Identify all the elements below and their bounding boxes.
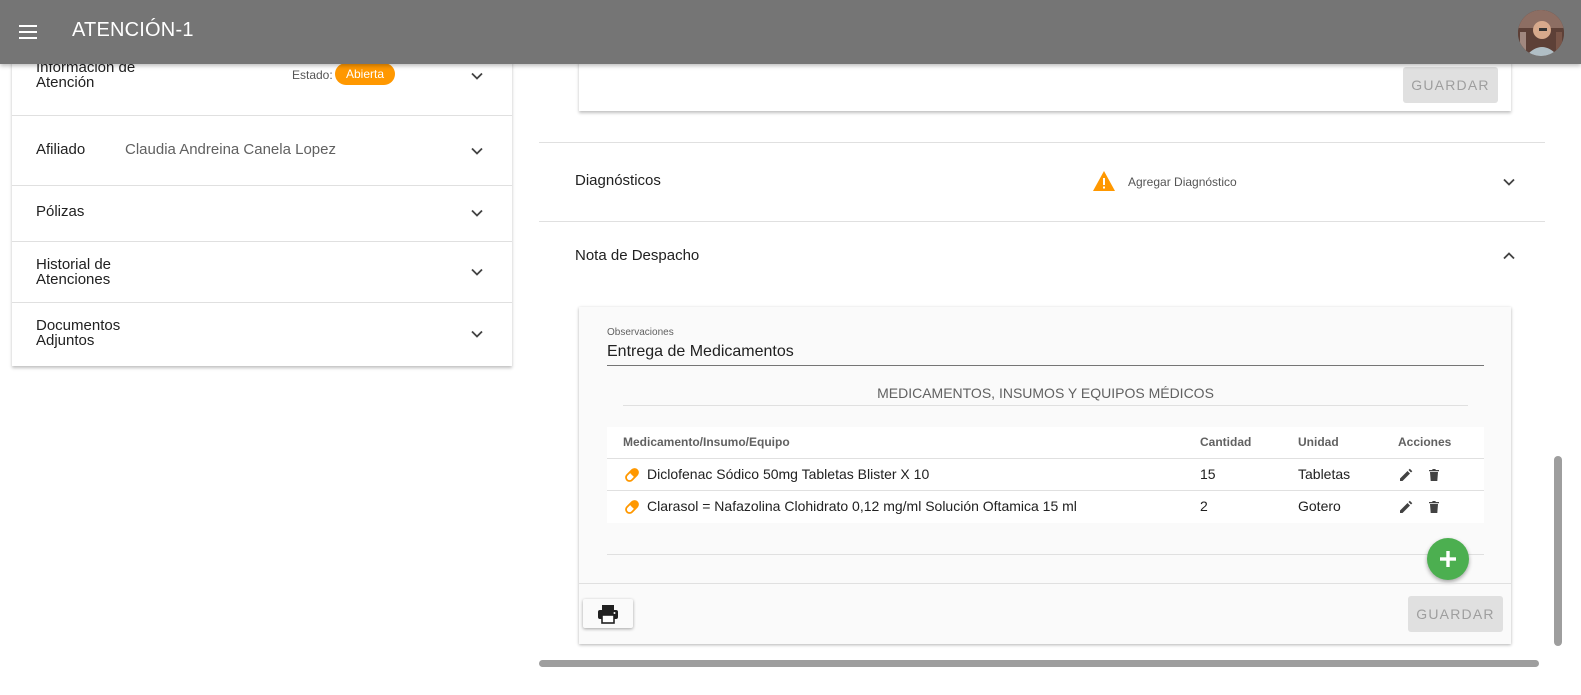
app-bar: ATENCIÓN-1 bbox=[0, 0, 1581, 64]
divider bbox=[539, 142, 1545, 143]
column-header: Cantidad bbox=[1200, 435, 1252, 449]
observaciones-input[interactable]: Entrega de Medicamentos bbox=[607, 343, 794, 361]
cantidad-cell: 15 bbox=[1200, 466, 1216, 482]
documentos-row[interactable]: Documentos Adjuntos bbox=[12, 303, 512, 366]
delete-icon[interactable] bbox=[1426, 467, 1442, 483]
print-button[interactable] bbox=[583, 599, 633, 628]
chevron-down-icon[interactable] bbox=[470, 206, 484, 220]
unidad-cell: Gotero bbox=[1298, 498, 1341, 514]
divider bbox=[607, 554, 1484, 555]
horizontal-scrollbar[interactable] bbox=[539, 660, 1539, 667]
estado-label: Estado: bbox=[292, 68, 333, 82]
pill-icon bbox=[625, 468, 639, 482]
column-header: Acciones bbox=[1398, 435, 1452, 449]
unidad-cell: Tabletas bbox=[1298, 466, 1351, 482]
save-button[interactable]: GUARDAR bbox=[1403, 67, 1498, 103]
column-header: Medicamento/Insumo/Equipo bbox=[623, 435, 790, 449]
documentos-label: Documentos Adjuntos bbox=[36, 317, 121, 349]
historial-row[interactable]: Historial de Atenciones bbox=[12, 242, 512, 303]
medicamento-name: Diclofenac Sódico 50mg Tabletas Blister … bbox=[647, 466, 930, 482]
column-header: Unidad bbox=[1298, 435, 1339, 449]
chevron-down-icon[interactable] bbox=[1502, 175, 1516, 189]
table-row: Clarasol = Nafazolina Clohidrato 0,12 mg… bbox=[607, 491, 1484, 523]
edit-icon[interactable] bbox=[1398, 467, 1414, 483]
divider bbox=[623, 405, 1468, 406]
input-underline bbox=[607, 365, 1484, 366]
divider bbox=[579, 583, 1511, 584]
afiliado-row[interactable]: Afiliado Claudia Andreina Canela Lopez bbox=[12, 116, 512, 186]
add-medicamento-button[interactable] bbox=[1427, 538, 1469, 580]
info-atencion-label: Información de Atención bbox=[36, 59, 136, 91]
medicamentos-table: Medicamento/Insumo/Equipo Cantidad Unida… bbox=[607, 427, 1484, 523]
add-diagnostico-link[interactable]: Agregar Diagnóstico bbox=[1128, 175, 1237, 189]
delete-icon[interactable] bbox=[1426, 499, 1442, 515]
chevron-down-icon[interactable] bbox=[470, 265, 484, 279]
chevron-down-icon[interactable] bbox=[470, 69, 484, 83]
status-badge: Abierta bbox=[335, 63, 396, 85]
left-panel: Información de Atención Estado: Abierta … bbox=[12, 48, 512, 366]
print-icon bbox=[598, 604, 618, 624]
polizas-row[interactable]: Pólizas bbox=[12, 186, 512, 242]
table-row: Diclofenac Sódico 50mg Tabletas Blister … bbox=[607, 459, 1484, 491]
afiliado-label: Afiliado bbox=[36, 141, 86, 158]
right-panel: GUARDAR Diagnósticos Agregar Diagnóstico… bbox=[539, 0, 1545, 660]
table-header: Medicamento/Insumo/Equipo Cantidad Unida… bbox=[607, 427, 1484, 459]
avatar[interactable] bbox=[1518, 10, 1564, 56]
polizas-label: Pólizas bbox=[36, 203, 85, 220]
despacho-card: Observaciones Entrega de Medicamentos ME… bbox=[579, 307, 1511, 644]
diagnosticos-title: Diagnósticos bbox=[575, 172, 661, 189]
chevron-up-icon[interactable] bbox=[1502, 249, 1516, 263]
pill-icon bbox=[625, 500, 639, 514]
vertical-scrollbar[interactable] bbox=[1554, 456, 1562, 646]
observaciones-label: Observaciones bbox=[607, 327, 674, 338]
menu-icon[interactable] bbox=[16, 20, 40, 44]
page-title: ATENCIÓN-1 bbox=[72, 19, 194, 41]
afiliado-name: Claudia Andreina Canela Lopez bbox=[125, 141, 336, 158]
chevron-down-icon[interactable] bbox=[470, 144, 484, 158]
add-icon bbox=[1440, 551, 1456, 567]
medicamentos-section-title: MEDICAMENTOS, INSUMOS Y EQUIPOS MÉDICOS bbox=[877, 385, 1214, 401]
chevron-down-icon[interactable] bbox=[470, 327, 484, 341]
warning-icon bbox=[1093, 171, 1115, 191]
edit-icon[interactable] bbox=[1398, 499, 1414, 515]
nota-despacho-title: Nota de Despacho bbox=[575, 247, 700, 264]
medicamento-name: Clarasol = Nafazolina Clohidrato 0,12 mg… bbox=[647, 498, 1077, 514]
save-button[interactable]: GUARDAR bbox=[1408, 596, 1503, 632]
historial-label: Historial de Atenciones bbox=[36, 256, 112, 288]
divider bbox=[539, 221, 1545, 222]
cantidad-cell: 2 bbox=[1200, 498, 1208, 514]
